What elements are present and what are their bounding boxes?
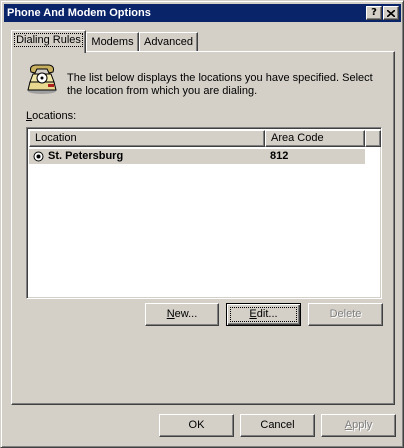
tab-dialing-rules[interactable]: Dialing Rules [11,30,86,53]
cancel-button-label: Cancel [260,419,295,431]
tab-advanced-label: Advanced [144,36,193,48]
description-text: The list below displays the locations yo… [67,72,373,97]
delete-button[interactable]: Delete [308,303,383,326]
telephone-icon [27,64,57,94]
column-header-area-code[interactable]: Area Code [265,130,365,147]
close-button[interactable] [383,6,399,20]
locations-list[interactable]: Location Area Code St. Petersburg 812 [26,127,382,299]
ok-button-label: OK [188,419,205,431]
location-name: St. Petersburg [48,150,124,162]
tab-advanced[interactable]: Advanced [139,32,198,52]
phone-and-modem-options-dialog: Phone And Modem Options ? Dialing Rules … [0,0,404,448]
apply-button[interactable]: Apply [321,414,396,437]
new-button[interactable]: New... [145,303,219,326]
cancel-button[interactable]: Cancel [240,414,315,437]
list-header: Location Area Code [29,130,381,147]
title-bar[interactable]: Phone And Modem Options ? [4,4,401,22]
dialing-rules-panel: The list below displays the locations yo… [11,51,395,405]
delete-button-label: Delete [329,308,362,320]
column-header-location[interactable]: Location [29,130,265,147]
close-icon [386,9,396,18]
edit-button-label: Edit... [249,308,278,320]
tab-dialing-rules-label: Dialing Rules [14,33,83,47]
window-title: Phone And Modem Options [7,7,151,19]
edit-button[interactable]: Edit... [226,303,301,326]
tab-modems[interactable]: Modems [86,32,139,52]
new-button-label: New... [166,308,198,320]
area-code: 812 [270,150,289,162]
locations-label: Locations: [26,110,77,122]
column-header-filler [365,130,381,147]
ok-button[interactable]: OK [159,414,234,437]
help-button[interactable]: ? [366,6,382,20]
list-item[interactable]: St. Petersburg 812 [29,149,365,164]
apply-button-label: Apply [344,419,373,431]
selected-radio-icon [33,151,44,162]
tab-modems-label: Modems [91,36,134,48]
